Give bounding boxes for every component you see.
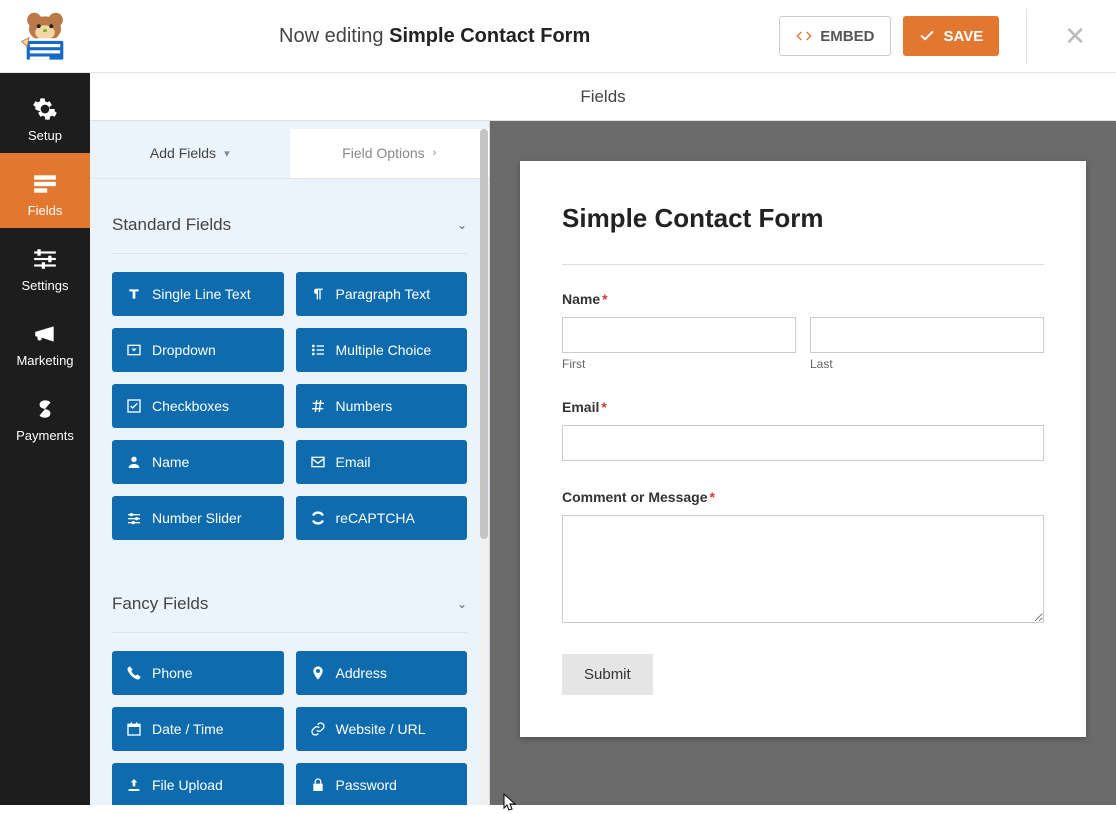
field-label: Email*: [562, 399, 1044, 415]
field-date-time[interactable]: Date / Time: [112, 707, 284, 751]
page-title: Now editing Simple Contact Form: [90, 25, 779, 48]
tab-field-options[interactable]: Field Options ›: [290, 129, 490, 178]
slider-icon: [126, 510, 142, 526]
left-nav: Setup Fields Settings Marketing Payments: [0, 73, 90, 805]
section-fancy-fields[interactable]: Fancy Fields ⌄: [112, 576, 467, 633]
first-name-input[interactable]: [562, 317, 796, 353]
dropdown-icon: [126, 342, 142, 358]
preview-field-name[interactable]: Name* First Last: [562, 291, 1044, 371]
sliders-icon: [32, 246, 58, 272]
field-recaptcha[interactable]: reCAPTCHA: [296, 496, 468, 540]
field-label: Comment or Message*: [562, 489, 1044, 505]
editing-prefix: Now editing: [279, 25, 384, 47]
phone-icon: [126, 665, 142, 681]
tab-add-fields[interactable]: Add Fields ▾: [90, 129, 290, 178]
text-icon: [126, 286, 142, 302]
nav-settings-label: Settings: [22, 278, 69, 293]
chevron-down-icon: ▾: [224, 147, 230, 160]
field-numbers[interactable]: Numbers: [296, 384, 468, 428]
dollar-icon: [32, 396, 58, 422]
list-icon: [310, 342, 326, 358]
bullhorn-icon: [32, 321, 58, 347]
app-logo: [0, 0, 90, 73]
paragraph-icon: [310, 286, 326, 302]
nav-fields[interactable]: Fields: [0, 153, 90, 228]
fields-palette: Add Fields ▾ Field Options › Standard Fi…: [90, 121, 490, 805]
field-name[interactable]: Name: [112, 440, 284, 484]
recaptcha-icon: [310, 510, 326, 526]
field-single-line-text[interactable]: Single Line Text: [112, 272, 284, 316]
top-bar: Now editing Simple Contact Form EMBED SA…: [0, 0, 1116, 73]
sub-toolbar: Fields: [90, 73, 1116, 121]
link-icon: [310, 721, 326, 737]
calendar-icon: [126, 721, 142, 737]
chevron-down-icon: ⌄: [457, 597, 467, 611]
hash-icon: [310, 398, 326, 414]
field-website-url[interactable]: Website / URL: [296, 707, 468, 751]
last-name-input[interactable]: [810, 317, 1044, 353]
lock-icon: [310, 777, 326, 793]
nav-setup-label: Setup: [28, 128, 62, 143]
preview-field-email[interactable]: Email*: [562, 399, 1044, 461]
map-pin-icon: [310, 665, 326, 681]
gear-icon: [32, 96, 58, 122]
last-sublabel: Last: [810, 357, 1044, 371]
field-phone[interactable]: Phone: [112, 651, 284, 695]
palette-tabs: Add Fields ▾ Field Options ›: [90, 129, 489, 179]
envelope-icon: [310, 454, 326, 470]
palette-scrollbar[interactable]: [477, 129, 489, 805]
comment-textarea[interactable]: [562, 515, 1044, 623]
save-button[interactable]: SAVE: [903, 16, 999, 56]
user-icon: [126, 454, 142, 470]
nav-setup[interactable]: Setup: [0, 73, 90, 153]
nav-settings[interactable]: Settings: [0, 228, 90, 303]
standard-fields-grid: Single Line Text Paragraph Text Dropdown…: [112, 254, 467, 550]
form-name: Simple Contact Form: [389, 25, 590, 47]
field-file-upload[interactable]: File Upload: [112, 763, 284, 805]
section-standard-fields[interactable]: Standard Fields ⌄: [112, 197, 467, 254]
nav-fields-label: Fields: [28, 203, 63, 218]
chevron-right-icon: ›: [433, 147, 437, 159]
field-password[interactable]: Password: [296, 763, 468, 805]
embed-icon: [796, 28, 812, 44]
form-preview[interactable]: Simple Contact Form Name* First Last Ema…: [520, 161, 1086, 737]
form-icon: [32, 171, 58, 197]
check-icon: [919, 28, 935, 44]
submit-button[interactable]: Submit: [562, 654, 653, 695]
nav-payments-label: Payments: [16, 428, 74, 443]
close-button[interactable]: ✕: [1054, 21, 1096, 52]
field-paragraph-text[interactable]: Paragraph Text: [296, 272, 468, 316]
divider: [1026, 9, 1027, 64]
field-dropdown[interactable]: Dropdown: [112, 328, 284, 372]
field-number-slider[interactable]: Number Slider: [112, 496, 284, 540]
checkbox-icon: [126, 398, 142, 414]
nav-payments[interactable]: Payments: [0, 378, 90, 453]
preview-form-title: Simple Contact Form: [562, 203, 1044, 265]
editor: Add Fields ▾ Field Options › Standard Fi…: [90, 121, 1116, 805]
email-input[interactable]: [562, 425, 1044, 461]
first-sublabel: First: [562, 357, 796, 371]
nav-marketing-label: Marketing: [16, 353, 73, 368]
field-address[interactable]: Address: [296, 651, 468, 695]
field-multiple-choice[interactable]: Multiple Choice: [296, 328, 468, 372]
chevron-down-icon: ⌄: [457, 218, 467, 232]
top-actions: EMBED SAVE ✕: [779, 9, 1116, 64]
field-checkboxes[interactable]: Checkboxes: [112, 384, 284, 428]
embed-button[interactable]: EMBED: [779, 16, 891, 56]
field-email[interactable]: Email: [296, 440, 468, 484]
preview-field-comment[interactable]: Comment or Message*: [562, 489, 1044, 626]
fancy-fields-grid: Phone Address Date / Time Website / URL …: [112, 633, 467, 805]
field-label: Name*: [562, 291, 1044, 307]
form-preview-canvas: Simple Contact Form Name* First Last Ema…: [490, 121, 1116, 805]
palette-body: Standard Fields ⌄ Single Line Text Parag…: [90, 179, 489, 805]
sub-toolbar-title: Fields: [580, 87, 625, 107]
nav-marketing[interactable]: Marketing: [0, 303, 90, 378]
upload-icon: [126, 777, 142, 793]
